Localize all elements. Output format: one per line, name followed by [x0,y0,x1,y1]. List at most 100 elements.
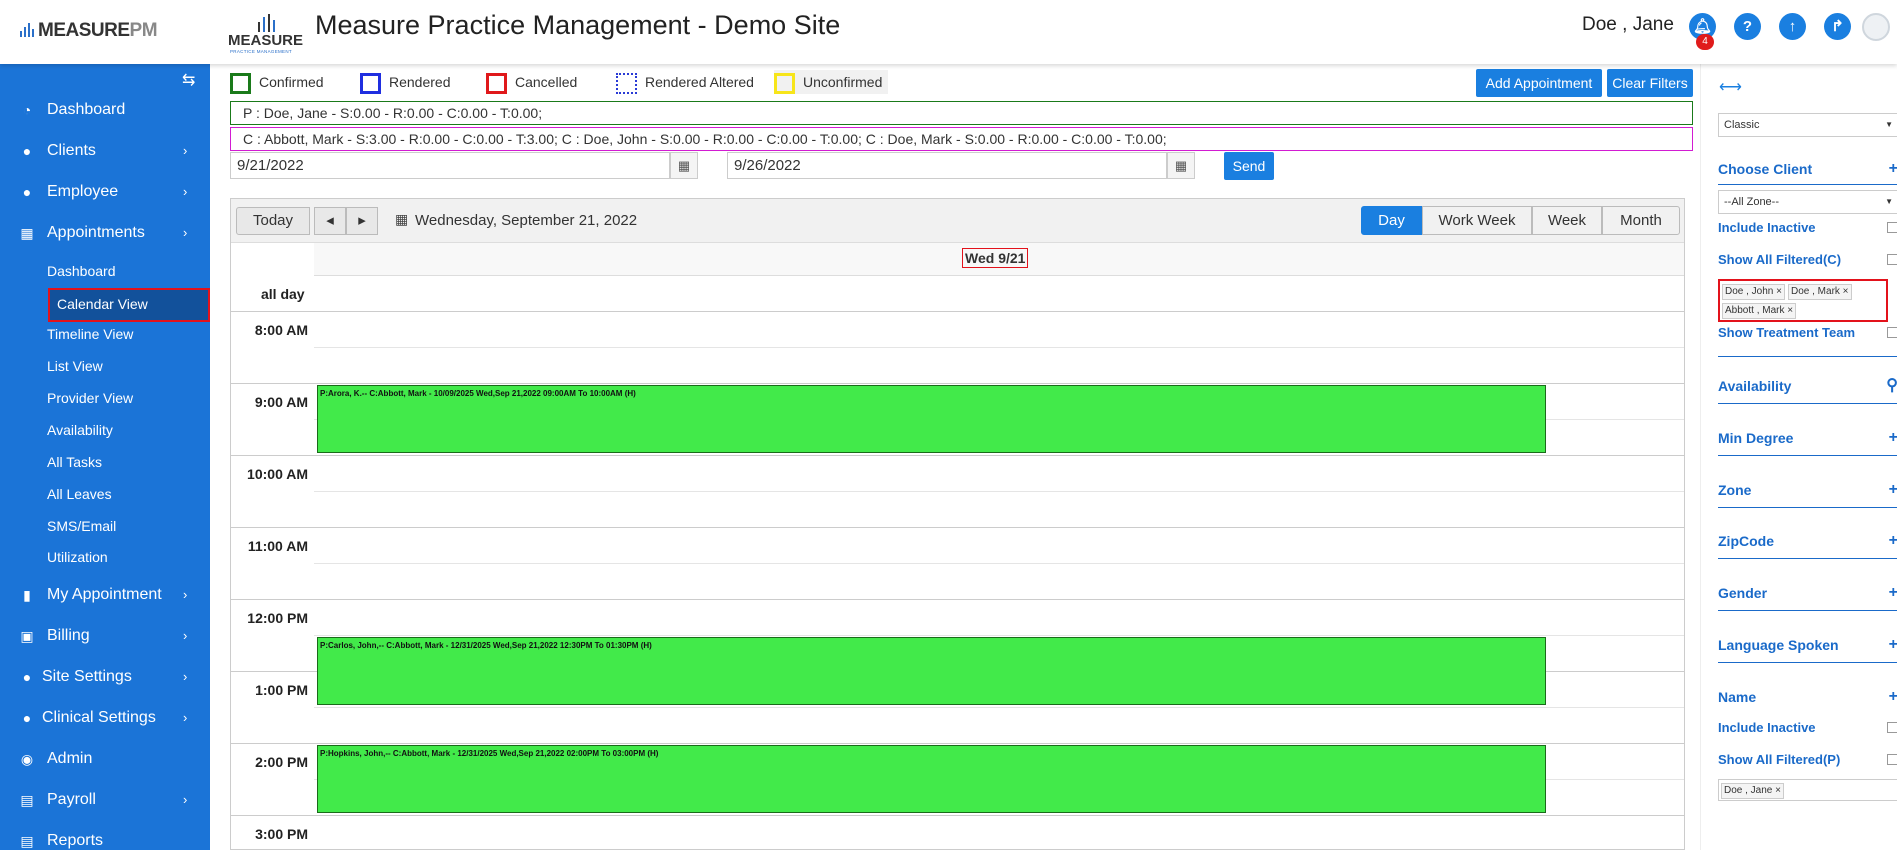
avatar[interactable] [1862,13,1890,41]
show-treatment-team-checkbox[interactable] [1887,327,1897,338]
plus-icon: + [1888,532,1897,549]
client-tags[interactable]: Doe , John × Doe , Mark × Abbott , Mark … [1718,279,1888,322]
plus-icon: + [1888,584,1897,601]
zipcode-header[interactable]: ZipCode + [1718,529,1897,553]
sidebar-item-clients[interactable]: ● Clients › [0,132,210,170]
view-work-week-button[interactable]: Work Week [1422,206,1532,235]
provider-tags[interactable]: Doe , Jane × [1718,779,1897,801]
subnav-calendar-view[interactable]: Calendar View [48,288,210,322]
sidebar-item-my-appointment[interactable]: ▮ My Appointment › [0,576,210,614]
brand-pm-text: PM [129,20,158,41]
appointment-event[interactable]: P:Arora, K.-- C:Abbott, Mark - 10/09/202… [317,385,1546,453]
user-name[interactable]: Doe , Jane [1582,14,1674,36]
rendered-altered-swatch [616,72,637,94]
subnav-timeline-view[interactable]: Timeline View [47,322,133,346]
calendar-icon[interactable]: ▦ [670,152,698,179]
subnav-all-tasks[interactable]: All Tasks [47,450,102,474]
remove-tag-icon[interactable]: × [1784,305,1793,316]
subnav-availability[interactable]: Availability [47,418,113,442]
today-button[interactable]: Today [236,207,310,235]
view-month-button[interactable]: Month [1602,206,1680,235]
provider-tag[interactable]: Doe , Jane × [1721,783,1784,799]
time-slot[interactable]: 11:00 AM [231,528,1684,600]
show-all-filtered-c-checkbox[interactable] [1887,254,1897,265]
subnav-sms-email[interactable]: SMS/Email [47,514,116,538]
plus-icon: + [1888,429,1897,446]
client-tag[interactable]: Doe , Mark × [1788,284,1852,300]
legend-confirmed: Confirmed [230,70,324,94]
brand-logo[interactable]: MEASUREPM [20,20,158,42]
sidebar-item-site-settings[interactable]: ● Site Settings › [0,658,210,696]
show-all-filtered-p-checkbox[interactable] [1887,754,1897,765]
sidebar-item-employee[interactable]: ● Employee › [0,173,210,211]
remove-tag-icon[interactable]: × [1773,286,1782,297]
money-icon: ▣ [20,628,34,644]
gender-header[interactable]: Gender + [1718,581,1897,605]
view-day-button[interactable]: Day [1361,206,1422,235]
help-icon[interactable]: ? [1734,13,1761,40]
calendar-icon[interactable]: ▦ [1167,152,1195,179]
view-week-button[interactable]: Week [1532,206,1602,235]
include-inactive-checkbox[interactable] [1887,222,1897,233]
sidebar-item-clinical-settings[interactable]: ● Clinical Settings › [0,699,210,737]
clear-filters-button[interactable]: Clear Filters [1607,69,1693,97]
include-inactive-p-checkbox[interactable] [1887,722,1897,733]
show-all-filtered-c-label: Show All Filtered(C) [1718,252,1842,267]
logo-sub: PRACTICE MANAGEMENT [230,49,292,54]
unconfirmed-swatch [774,72,795,94]
time-slot[interactable]: 3:00 PM [231,816,1684,849]
sidebar-toggle-icon[interactable]: ⇆ [182,70,195,90]
zone-label: Zone [1718,482,1752,498]
time-slot[interactable]: 8:00 AM [231,312,1684,384]
send-button[interactable]: Send [1224,152,1274,180]
sidebar-item-appointments[interactable]: ▦ Appointments › [0,214,210,252]
legend-rendered: Rendered [360,70,451,94]
sidebar-item-dashboard[interactable]: ◔ Dashboard [0,91,210,129]
subnav-dashboard[interactable]: Dashboard [47,259,116,283]
client-tag[interactable]: Abbott , Mark × [1722,303,1797,319]
zone-select[interactable]: --All Zone-- ▼ [1718,190,1897,214]
all-day-row[interactable]: all day [231,276,1684,312]
subnav-utilization[interactable]: Utilization [47,545,108,569]
sidebar-item-reports[interactable]: ▤ Reports [0,822,210,860]
end-date-input[interactable]: 9/26/2022 [727,152,1167,179]
client-tag[interactable]: Doe , John × [1722,284,1785,300]
choose-client-header[interactable]: Choose Client + [1718,157,1897,181]
add-appointment-button[interactable]: Add Appointment [1476,69,1602,97]
expand-arrows-icon[interactable]: ⟷ [1719,77,1742,97]
logout-icon[interactable]: ↱ [1824,13,1851,40]
sidebar-item-payroll[interactable]: ▤ Payroll › [0,781,210,819]
plus-icon: + [1888,481,1897,498]
subnav-label: Calendar View [57,296,148,312]
include-inactive-row: Include Inactive [1718,216,1897,240]
remove-tag-icon[interactable]: × [1772,785,1781,796]
start-date-input[interactable]: 9/21/2022 [230,152,670,179]
subnav-all-leaves[interactable]: All Leaves [47,482,112,506]
language-spoken-header[interactable]: Language Spoken + [1718,633,1897,657]
subnav-list-view[interactable]: List View [47,354,103,378]
time-label: 2:00 PM [255,754,308,770]
name-header[interactable]: Name + [1718,685,1897,709]
appointment-event[interactable]: P:Hopkins, John,-- C:Abbott, Mark - 12/3… [317,745,1546,813]
next-button[interactable]: ▸ [346,207,378,235]
sidebar-item-admin[interactable]: ◉ Admin [0,740,210,778]
subnav-provider-view[interactable]: Provider View [47,386,133,410]
legend-label: Rendered [389,74,451,90]
min-degree-header[interactable]: Min Degree + [1718,426,1897,450]
theme-select[interactable]: Classic ▼ [1718,113,1897,137]
appointment-event[interactable]: P:Carlos, John,-- C:Abbott, Mark - 12/31… [317,637,1546,705]
day-header-label[interactable]: Wed 9/21 [962,248,1029,268]
show-all-filtered-c-row: Show All Filtered(C) [1718,248,1897,272]
chevron-right-icon: › [183,628,188,643]
dashboard-icon: ◔ [22,102,32,118]
time-slot[interactable]: 10:00 AM [231,456,1684,528]
tag-label: Doe , Jane [1724,785,1773,796]
sidebar-item-billing[interactable]: ▣ Billing › [0,617,210,655]
payroll-icon: ▤ [20,792,34,808]
zone-header[interactable]: Zone + [1718,478,1897,502]
chevron-right-icon: › [183,669,188,684]
availability-header[interactable]: Availability ⚲ [1718,374,1897,398]
upload-icon[interactable]: ↑ [1779,13,1806,40]
remove-tag-icon[interactable]: × [1840,286,1849,297]
prev-button[interactable]: ◂ [314,207,346,235]
